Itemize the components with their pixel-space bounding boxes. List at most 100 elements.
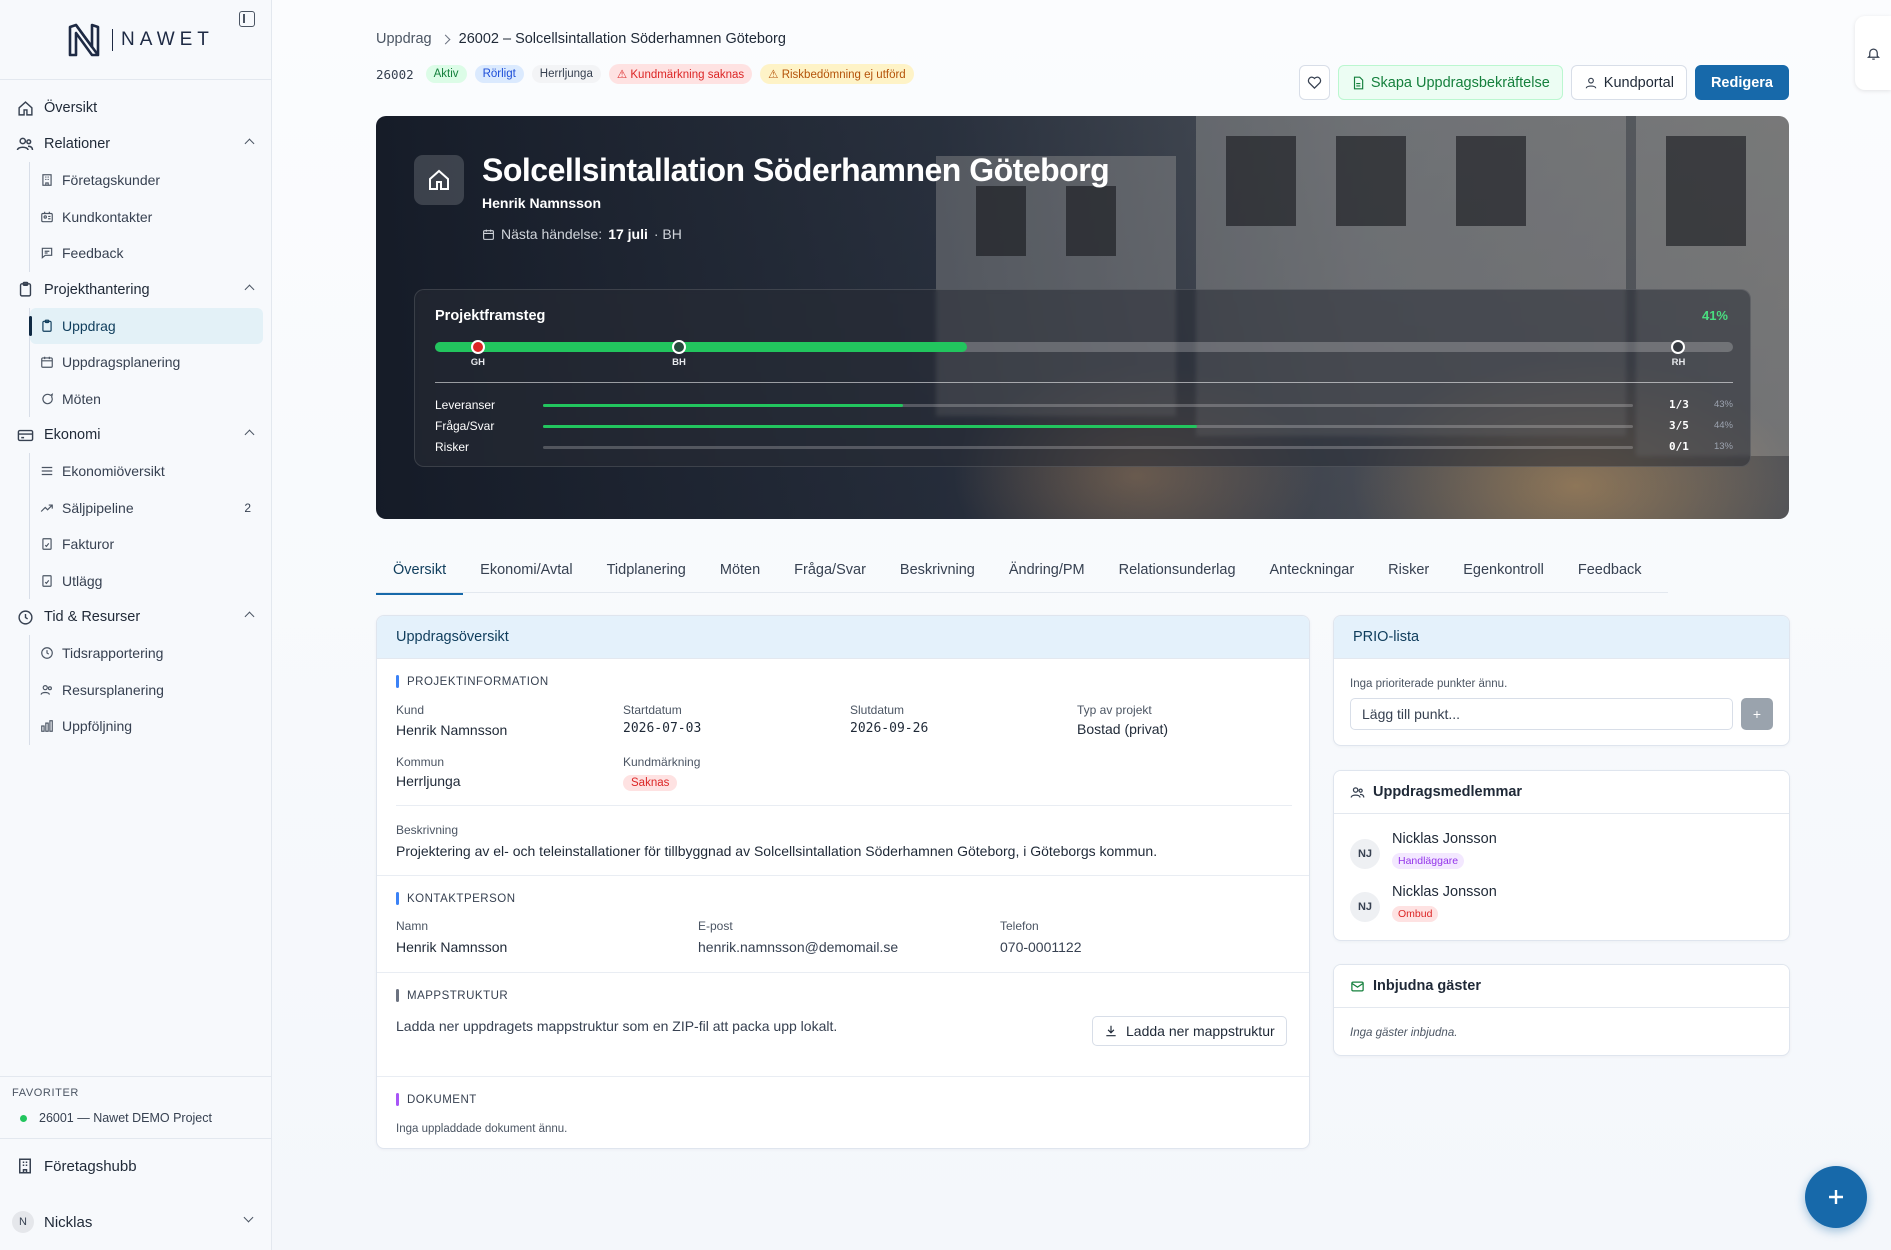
chevron-up-icon[interactable]	[244, 138, 255, 149]
warning-text: Riskbedömning ej utförd	[781, 69, 906, 81]
sidebar-collapse-icon[interactable]	[239, 11, 255, 27]
sidebar-item-label: Tidsrapportering	[62, 645, 164, 662]
member-role-badge: Handläggare	[1392, 853, 1465, 869]
create-confirmation-button[interactable]: Skapa Uppdragsbekräftelse	[1337, 65, 1563, 100]
member-row[interactable]: NJ Nicklas Jonsson Ombud	[1350, 884, 1770, 928]
breadcrumb-root[interactable]: Uppdrag	[376, 31, 432, 47]
breadcrumb-current: 26002 – Solcellsintallation Söderhamnen …	[458, 31, 786, 47]
metric-label: Risker	[435, 440, 470, 454]
logo[interactable]: NAWET	[0, 0, 271, 80]
tab-fraga-svar[interactable]: Fråga/Svar	[777, 550, 883, 593]
add-fab-button[interactable]	[1805, 1166, 1867, 1228]
tab-egenkontroll[interactable]: Egenkontroll	[1446, 550, 1561, 593]
warning-triangle-icon: ⚠	[768, 69, 779, 81]
prio-add-button[interactable]: +	[1741, 698, 1773, 730]
download-folder-label: Ladda ner mappstruktur	[1126, 1023, 1275, 1039]
contact-email-value[interactable]: henrik.namnsson@demomail.se	[698, 939, 898, 955]
chevron-up-icon[interactable]	[244, 429, 255, 440]
sidebar-item-uppdrag[interactable]: Uppdrag	[29, 307, 263, 344]
mail-icon	[1351, 981, 1364, 991]
customer-portal-button[interactable]: Kundportal	[1570, 65, 1687, 100]
member-name: Nicklas Jonsson	[1392, 884, 1497, 900]
tab-anteckningar[interactable]: Anteckningar	[1253, 550, 1372, 593]
sidebar-item-utlagg[interactable]: Utlägg	[30, 563, 271, 600]
sidebar-item-feedback[interactable]: Feedback	[30, 235, 271, 272]
prio-input[interactable]: Lägg till punkt...	[1350, 698, 1733, 730]
users-icon	[1350, 786, 1365, 798]
end-date-value: 2026-09-26	[850, 721, 929, 736]
tab-tidplanering[interactable]: Tidplanering	[590, 550, 703, 593]
main-content: Uppdrag 26002 – Solcellsintallation Söde…	[272, 0, 1891, 1250]
milestone-marker[interactable]	[1671, 340, 1686, 354]
metric-fill	[543, 404, 903, 407]
milestone-label: RH	[1671, 357, 1686, 368]
next-event: Nästa händelse: 17 juli · BH	[482, 226, 682, 242]
tab-feedback[interactable]: Feedback	[1561, 550, 1659, 593]
sidebar-item-uppfoljning[interactable]: Uppföljning	[30, 708, 271, 745]
sidebar-item-ekonomioversikt[interactable]: Ekonomiöversikt	[30, 453, 271, 490]
folder-section: MAPPSTRUKTUR Ladda ner uppdragets mappst…	[377, 973, 1309, 1077]
sidebar-group-ekonomi[interactable]: Ekonomi	[0, 417, 271, 453]
metric-row: Risker 0/1 13%	[435, 438, 1733, 458]
project-type-badge	[414, 155, 464, 205]
tab-andring-pm[interactable]: Ändring/PM	[992, 550, 1102, 593]
wallet-icon	[16, 426, 34, 444]
window-shape	[1456, 136, 1526, 226]
sidebar-item-fakturor[interactable]: Fakturor	[30, 526, 271, 563]
pricing-badge: Rörligt	[474, 65, 524, 83]
tab-risker[interactable]: Risker	[1371, 550, 1446, 593]
milestone-marker[interactable]	[672, 340, 687, 354]
tab-moten[interactable]: Möten	[703, 550, 777, 593]
sidebar-item-oversikt[interactable]: Översikt	[0, 90, 271, 126]
header-actions: Skapa Uppdragsbekräftelse Kundportal Red…	[1298, 65, 1789, 100]
field-label: Kund	[396, 703, 425, 717]
milestone-label: BH	[672, 357, 686, 368]
sidebar-group-projekthantering[interactable]: Projekthantering	[0, 272, 271, 308]
sidebar-group-tid-resurser[interactable]: Tid & Resurser	[0, 599, 271, 635]
metric-row: Leveranser 1/3 43%	[435, 396, 1733, 416]
warning-text: Kundmärkning saknas	[630, 69, 745, 81]
tab-beskrivning[interactable]: Beskrivning	[883, 550, 992, 593]
customer-portal-label: Kundportal	[1603, 74, 1674, 91]
sidebar-item-uppdragsplanering[interactable]: Uppdragsplanering	[30, 344, 271, 381]
notifications-button[interactable]	[1855, 16, 1891, 90]
sidebar-group-relationer[interactable]: Relationer	[0, 126, 271, 162]
sidebar-item-saljpipeline[interactable]: Säljpipeline 2	[30, 490, 271, 527]
milestone-marker[interactable]	[470, 340, 485, 354]
company-hub-link[interactable]: Företagshubb	[0, 1138, 272, 1193]
users-icon	[40, 683, 54, 697]
chevron-up-icon[interactable]	[244, 284, 255, 294]
download-folder-button[interactable]: Ladda ner mappstruktur	[1092, 1016, 1287, 1046]
member-row[interactable]: NJ Nicklas Jonsson Handläggare	[1350, 831, 1770, 875]
tab-ekonomi-avtal[interactable]: Ekonomi/Avtal	[463, 550, 589, 593]
chevron-down-icon[interactable]	[243, 1212, 254, 1223]
user-menu[interactable]: N Nicklas	[0, 1200, 272, 1244]
chevron-up-icon[interactable]	[244, 611, 255, 622]
municipality-badge: Herrljunga	[531, 65, 601, 83]
sidebar-item-label: Uppföljning	[62, 718, 133, 735]
member-role-badge: Ombud	[1392, 906, 1439, 922]
favorite-item[interactable]: 26001 — Nawet DEMO Project	[12, 1111, 260, 1125]
project-hero: Solcellsintallation Söderhamnen Göteborg…	[376, 116, 1789, 519]
sidebar-item-tidsrapportering[interactable]: Tidsrapportering	[30, 635, 271, 672]
sidebar-item-resursplanering[interactable]: Resursplanering	[30, 672, 271, 709]
guests-card-header: Inbjudna gäster	[1334, 965, 1789, 1008]
sidebar-item-foretagskunder[interactable]: Företagskunder	[30, 162, 271, 199]
list-icon	[40, 464, 54, 478]
receipt-icon	[40, 574, 54, 588]
tab-oversikt[interactable]: Översikt	[376, 550, 464, 595]
favorite-button[interactable]	[1298, 65, 1330, 100]
sidebar-item-label: Kundkontakter	[62, 208, 153, 225]
sidebar-item-label: Uppdragsplanering	[62, 354, 181, 371]
guests-card: Inbjudna gäster Inga gäster inbjudna.	[1333, 964, 1790, 1056]
sidebar-submenu-relationer: Företagskunder Kundkontakter Feedback	[29, 162, 271, 272]
contact-phone-value[interactable]: 070-0001122	[1000, 939, 1081, 955]
breadcrumb: Uppdrag 26002 – Solcellsintallation Söde…	[376, 31, 786, 47]
sidebar-item-kundkontakter[interactable]: Kundkontakter	[30, 199, 271, 236]
contact-card-icon	[40, 210, 54, 224]
tab-relationsunderlag[interactable]: Relationsunderlag	[1102, 550, 1253, 593]
edit-button[interactable]: Redigera	[1694, 65, 1789, 100]
sidebar-item-moten[interactable]: Möten	[30, 381, 271, 418]
warning-badge-customer-mark: ⚠ Kundmärkning saknas	[608, 64, 753, 84]
document-icon	[1353, 76, 1364, 89]
